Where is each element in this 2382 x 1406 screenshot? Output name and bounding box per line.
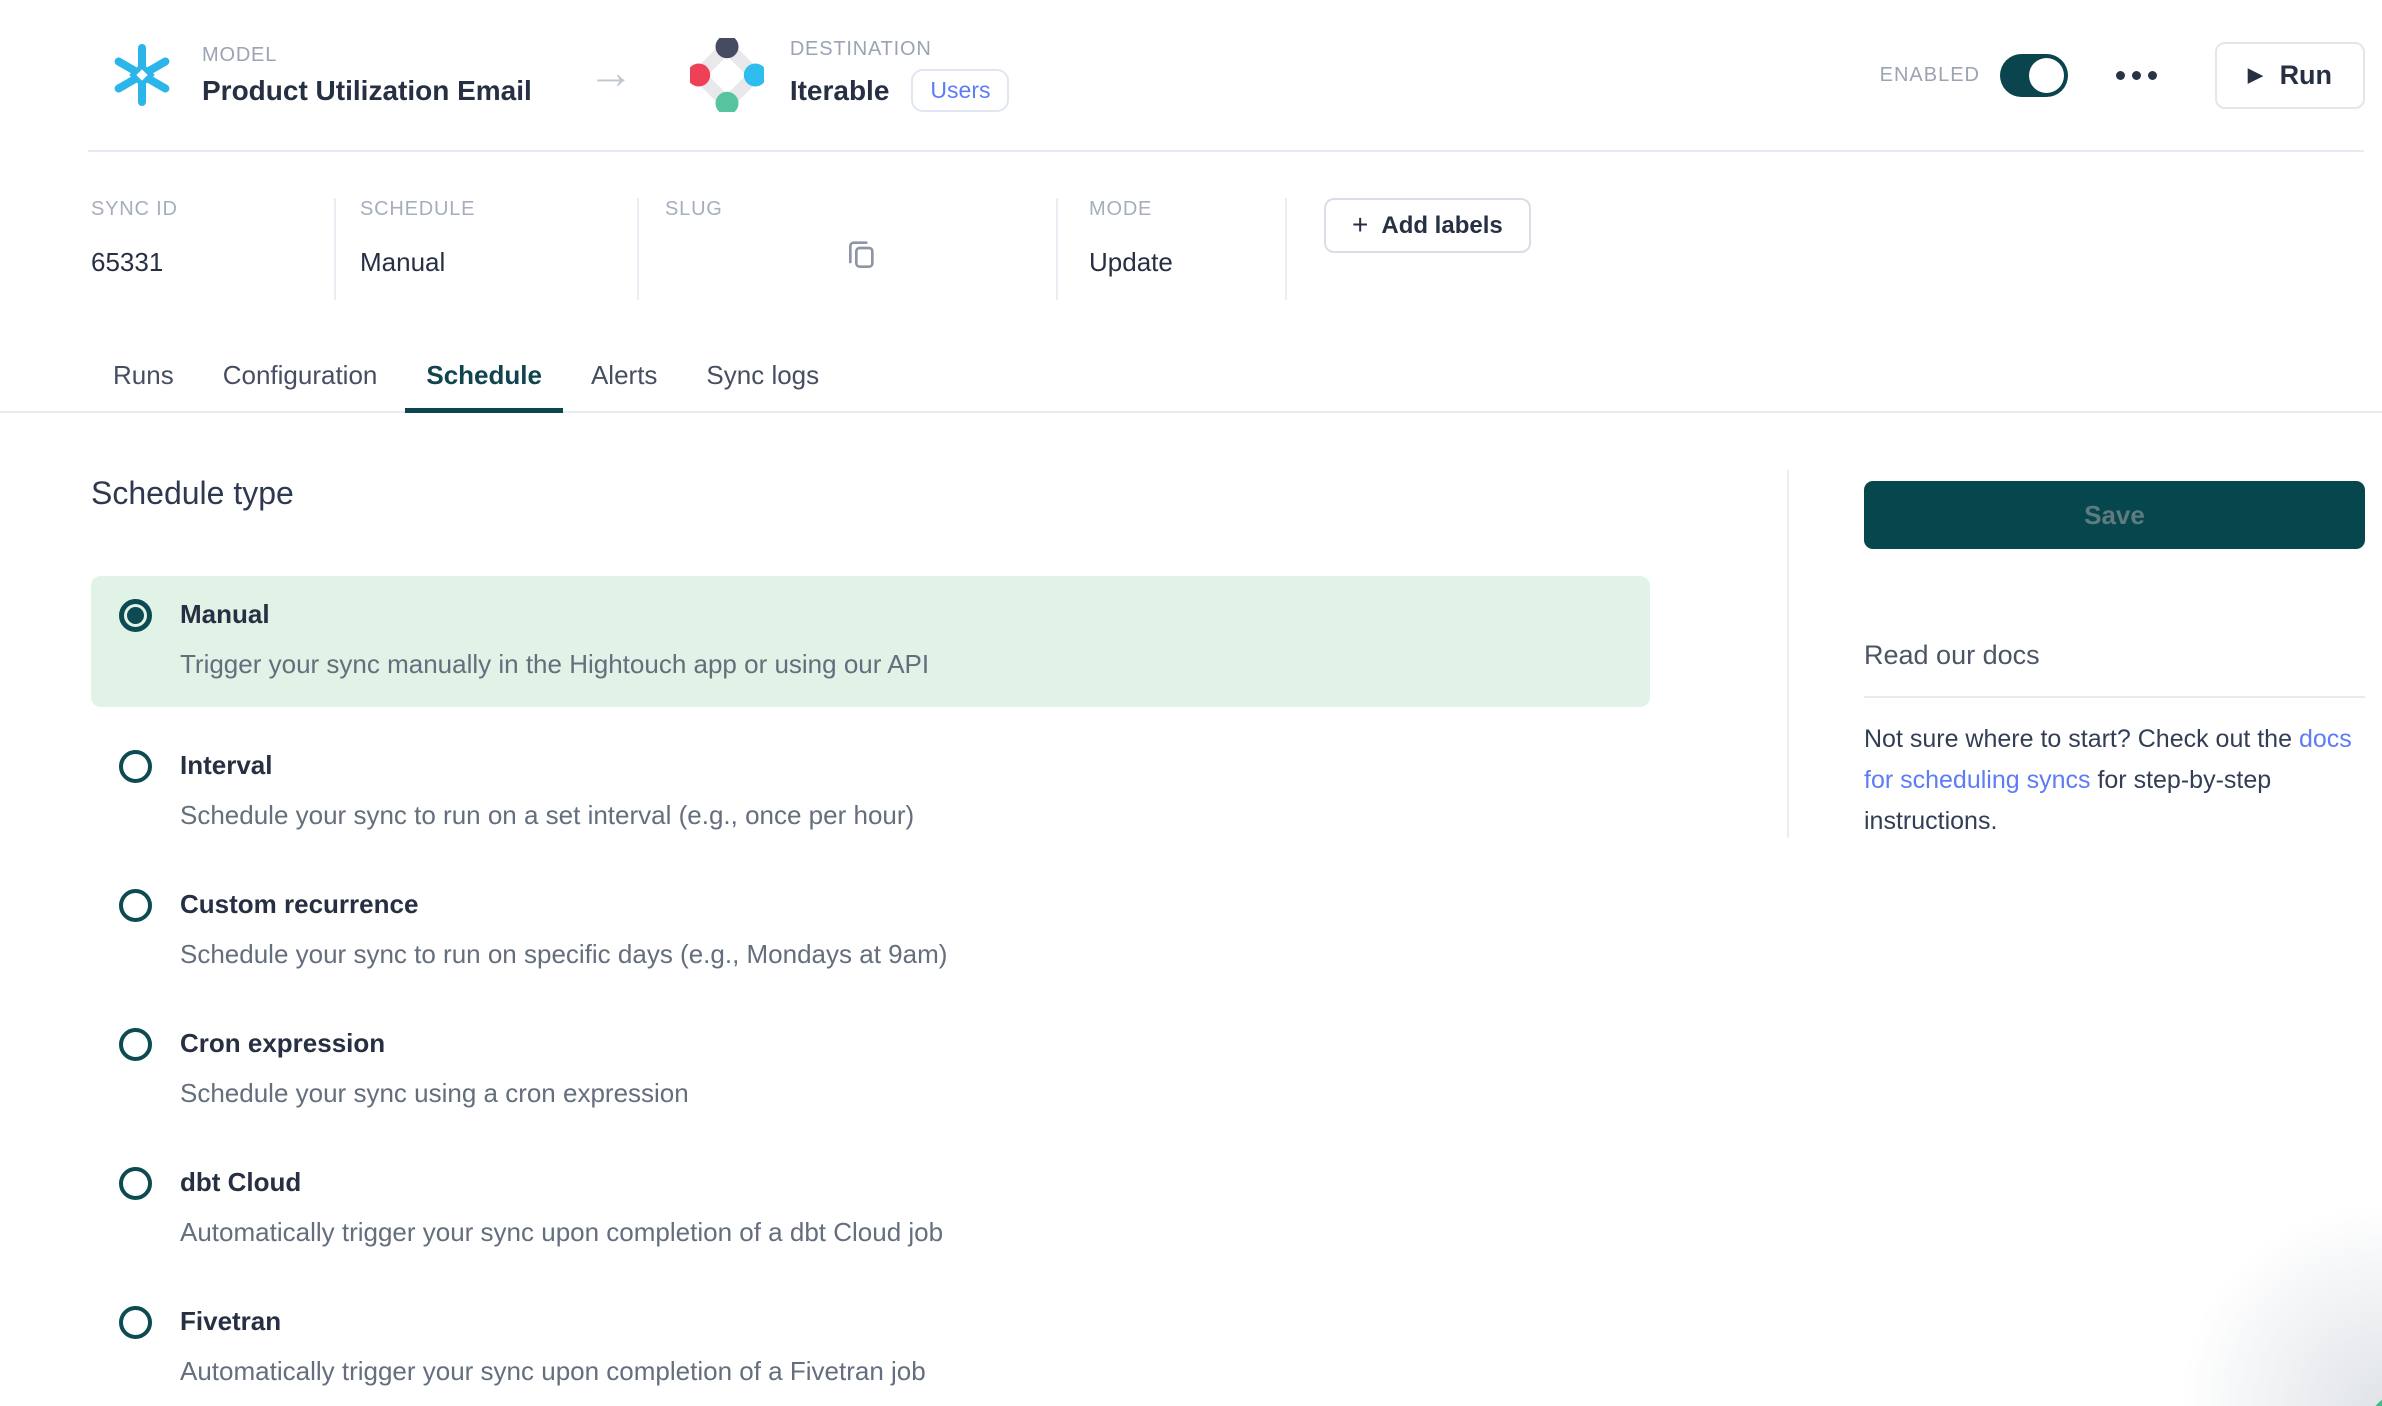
- content-sidebar-divider: [1787, 470, 1789, 838]
- model-type-label: MODEL: [202, 44, 532, 67]
- docs-divider: [1864, 696, 2365, 698]
- model-text: MODEL Product Utilization Email: [202, 44, 532, 107]
- meta-label: SYNC ID: [91, 198, 334, 221]
- enabled-label: ENABLED: [1880, 64, 1980, 87]
- meta-value: Update: [1089, 247, 1285, 278]
- tab-sync-logs[interactable]: Sync logs: [706, 360, 819, 411]
- overflow-menu-button[interactable]: [2116, 71, 2157, 80]
- tab-schedule[interactable]: Schedule: [426, 360, 542, 411]
- meta-label: SCHEDULE: [360, 198, 637, 221]
- play-icon: ▶: [2248, 66, 2263, 85]
- radio-custom-recurrence[interactable]: [119, 889, 152, 922]
- meta-schedule: SCHEDULE Manual: [336, 198, 639, 300]
- option-description: Schedule your sync to run on a set inter…: [180, 799, 914, 832]
- destination-name: Iterable: [790, 75, 890, 107]
- option-description: Schedule your sync to run on specific da…: [180, 938, 947, 971]
- copy-slug-button[interactable]: [845, 237, 877, 271]
- schedule-option-cron-expression[interactable]: Cron expression Schedule your sync using…: [91, 1027, 1650, 1110]
- copy-icon: [845, 259, 877, 274]
- meta-slug: SLUG: [639, 198, 1058, 300]
- option-label: Interval: [180, 749, 914, 782]
- docs-text-before: Not sure where to start? Check out the: [1864, 725, 2299, 753]
- right-sidebar: Save Read our docs Not sure where to sta…: [1864, 481, 2365, 842]
- run-button[interactable]: ▶ Run: [2215, 42, 2365, 109]
- sync-detail-page: MODEL Product Utilization Email → DESTIN…: [0, 0, 2382, 1406]
- option-label: Manual: [180, 598, 929, 631]
- meta-mode: MODE Update: [1058, 198, 1287, 300]
- radio-manual-checked[interactable]: [119, 599, 152, 632]
- schedule-type-options: Manual Trigger your sync manually in the…: [91, 576, 1650, 1388]
- option-description: Trigger your sync manually in the Highto…: [180, 648, 929, 681]
- schedule-option-manual[interactable]: Manual Trigger your sync manually in the…: [91, 576, 1650, 707]
- destination-type-label: DESTINATION: [790, 38, 1010, 61]
- tab-alerts[interactable]: Alerts: [591, 360, 657, 411]
- meta-label: MODE: [1089, 198, 1285, 221]
- schedule-option-fivetran[interactable]: Fivetran Automatically trigger your sync…: [91, 1305, 1650, 1388]
- header-divider: [88, 150, 2364, 152]
- model-summary[interactable]: MODEL Product Utilization Email: [108, 41, 532, 109]
- destination-summary[interactable]: DESTINATION Iterable Users: [690, 38, 1010, 112]
- option-description: Schedule your sync using a cron expressi…: [180, 1077, 689, 1110]
- radio-interval[interactable]: [119, 750, 152, 783]
- top-bar: MODEL Product Utilization Email → DESTIN…: [0, 0, 2382, 150]
- meta-label: SLUG: [665, 198, 1056, 221]
- schedule-option-custom-recurrence[interactable]: Custom recurrence Schedule your sync to …: [91, 888, 1650, 971]
- arrow-right-icon: →: [588, 49, 634, 95]
- chat-widget-button[interactable]: [2365, 1390, 2382, 1406]
- docs-paragraph: Not sure where to start? Check out the d…: [1864, 719, 2365, 842]
- meta-value: Manual: [360, 247, 637, 278]
- meta-value: 65331: [91, 247, 334, 278]
- sync-meta-row: SYNC ID 65331 SCHEDULE Manual SLUG: [0, 198, 2382, 300]
- option-label: Fivetran: [180, 1305, 926, 1338]
- iterable-icon: [690, 38, 764, 112]
- docs-heading: Read our docs: [1864, 640, 2365, 671]
- model-name: Product Utilization Email: [202, 75, 532, 107]
- option-description: Automatically trigger your sync upon com…: [180, 1216, 943, 1249]
- option-label: dbt Cloud: [180, 1166, 943, 1199]
- radio-fivetran[interactable]: [119, 1306, 152, 1339]
- option-label: Custom recurrence: [180, 888, 947, 921]
- destination-text: DESTINATION Iterable Users: [790, 38, 1010, 112]
- run-button-label: Run: [2280, 60, 2332, 91]
- snowflake-icon: [108, 41, 176, 109]
- tab-runs[interactable]: Runs: [113, 360, 174, 411]
- users-badge[interactable]: Users: [911, 69, 1009, 112]
- option-description: Automatically trigger your sync upon com…: [180, 1355, 926, 1388]
- option-label: Cron expression: [180, 1027, 689, 1060]
- tab-bar: Runs Configuration Schedule Alerts Sync …: [0, 360, 2382, 413]
- radio-dbt-cloud[interactable]: [119, 1167, 152, 1200]
- radio-cron-expression[interactable]: [119, 1028, 152, 1061]
- enabled-toggle[interactable]: [2000, 54, 2068, 97]
- tab-configuration[interactable]: Configuration: [223, 360, 378, 411]
- meta-sync-id: SYNC ID 65331: [91, 198, 336, 300]
- save-button[interactable]: Save: [1864, 481, 2365, 549]
- top-bar-actions: ENABLED ▶ Run: [1880, 42, 2365, 109]
- add-labels-label: Add labels: [1381, 212, 1502, 240]
- schedule-option-dbt-cloud[interactable]: dbt Cloud Automatically trigger your syn…: [91, 1166, 1650, 1249]
- schedule-option-interval[interactable]: Interval Schedule your sync to run on a …: [91, 749, 1650, 832]
- add-labels-button[interactable]: + Add labels: [1324, 198, 1531, 253]
- toggle-knob: [2029, 58, 2064, 93]
- plus-icon: +: [1352, 211, 1368, 239]
